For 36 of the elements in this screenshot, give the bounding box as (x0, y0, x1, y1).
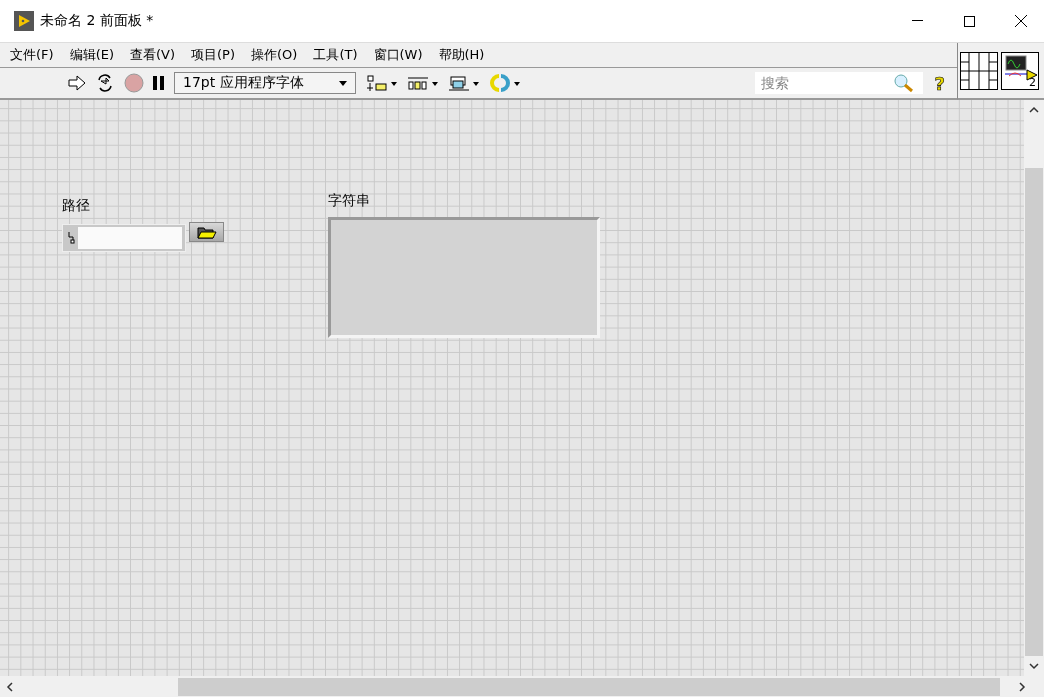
app-icon (14, 11, 34, 31)
vi-icon[interactable]: 2 (1001, 51, 1039, 90)
menu-item[interactable]: 文件(F) (2, 46, 62, 64)
horizontal-scrollbar-thumb[interactable] (178, 677, 1000, 696)
menu-item[interactable]: 查看(V) (122, 46, 184, 64)
dropdown-caret-icon (339, 80, 347, 86)
menu-item[interactable]: 帮助(H) (430, 46, 493, 64)
pause-icon[interactable] (153, 76, 165, 90)
run-arrow-icon[interactable] (68, 75, 86, 91)
path-field[interactable] (62, 224, 186, 252)
reorder-icon[interactable] (489, 73, 521, 93)
menu-item[interactable]: 窗口(W) (365, 46, 431, 64)
menu-item[interactable]: 工具(T) (305, 46, 366, 64)
path-symbol-icon (67, 231, 75, 245)
search-field[interactable]: 搜索 (754, 72, 923, 94)
font-dropdown[interactable]: 17pt 应用程序字体 (174, 72, 356, 94)
connector-pane-icon[interactable] (960, 51, 998, 90)
string-field[interactable] (328, 217, 600, 338)
vertical-scrollbar-thumb[interactable] (1025, 168, 1043, 656)
folder-icon (196, 225, 217, 239)
maximize-icon (963, 15, 975, 27)
search-icon[interactable] (892, 73, 915, 93)
menu-item[interactable]: 编辑(E) (61, 46, 122, 64)
window-title: 未命名 2 前面板 * (40, 12, 155, 30)
browse-button[interactable] (189, 222, 224, 242)
run-continuously-icon[interactable] (95, 74, 115, 92)
vi-icon-number: 2 (1029, 75, 1036, 89)
align-objects-icon[interactable] (366, 74, 398, 92)
close-icon (1015, 15, 1027, 27)
menu-item[interactable]: 项目(P) (183, 46, 243, 64)
minimize-icon (911, 20, 923, 22)
path-label: 路径 (62, 197, 90, 215)
string-label: 字符串 (328, 192, 370, 210)
menu-item[interactable]: 操作(O) (243, 46, 306, 64)
distribute-objects-icon[interactable] (407, 74, 439, 92)
resize-objects-icon[interactable] (448, 74, 480, 92)
